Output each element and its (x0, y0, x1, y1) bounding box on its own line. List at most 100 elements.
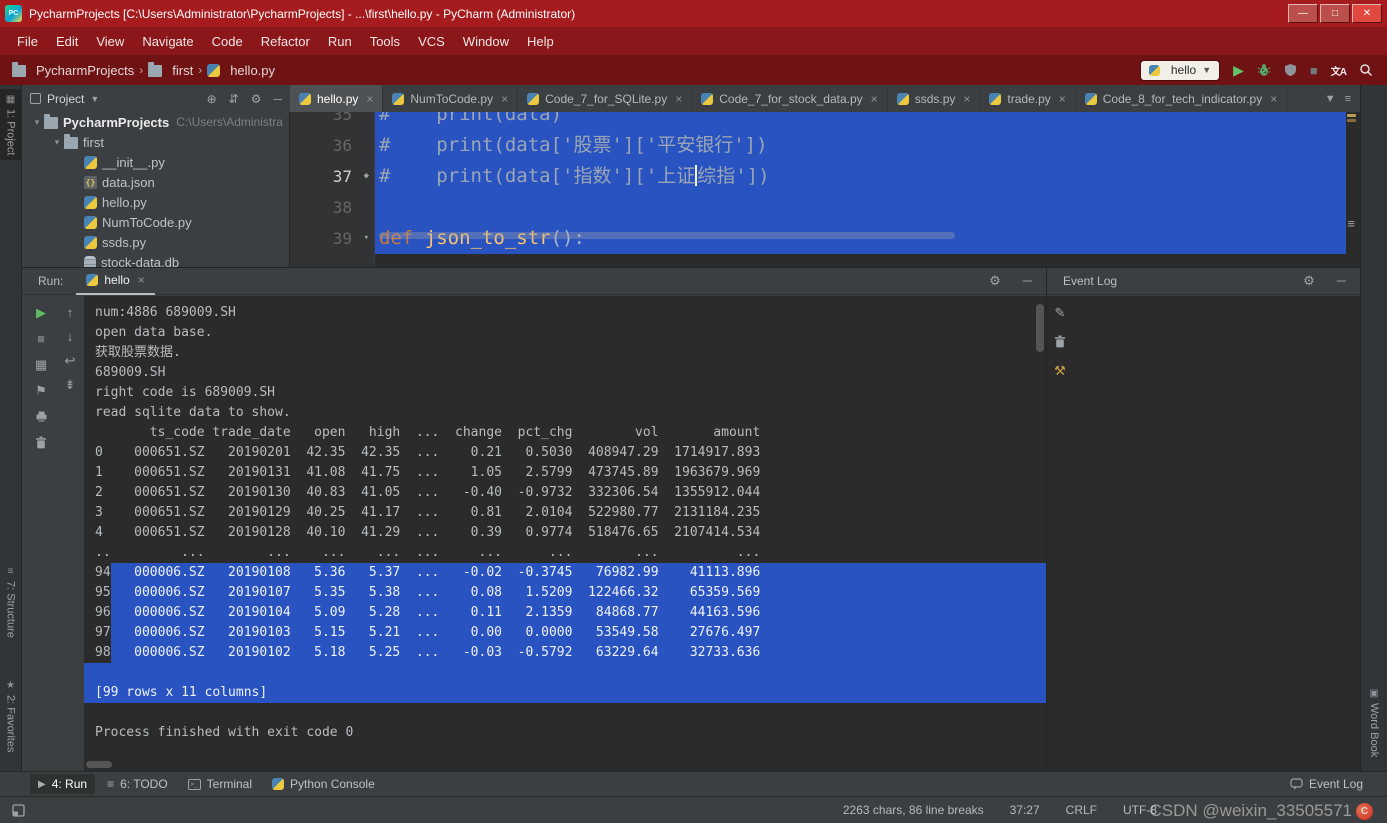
sidebar-item-project[interactable]: ▦ 1: Project (0, 89, 21, 161)
breadcrumb-item[interactable]: hello.py (207, 63, 275, 78)
todo-icon: ≡ (107, 777, 115, 791)
tree-item[interactable]: NumToCode.py (22, 212, 289, 232)
clear-all-icon[interactable] (35, 436, 47, 449)
stop-button[interactable]: ■ (1310, 64, 1318, 77)
mark-read-icon[interactable]: ✎ (1055, 306, 1066, 319)
editor-tab[interactable]: Code_7_for_SQLite.py × (518, 85, 693, 112)
editor-tab[interactable]: ssds.py × (888, 85, 981, 112)
inspections-widget-icon[interactable]: ≡ (1347, 216, 1355, 231)
tab-close-icon[interactable]: × (138, 273, 145, 287)
menu-item-run[interactable]: Run (319, 30, 361, 53)
rerun-icon[interactable]: ▶ (36, 306, 46, 319)
tab-close-icon[interactable]: × (1270, 92, 1277, 106)
tab-close-icon[interactable]: × (366, 92, 373, 106)
tab-close-icon[interactable]: × (675, 92, 682, 106)
run-configuration-selector[interactable]: hello ▼ (1139, 59, 1221, 81)
run-button[interactable]: ▶ (1233, 63, 1244, 77)
soft-wrap-icon[interactable]: ↩ (65, 354, 76, 367)
tab-close-icon[interactable]: × (963, 92, 970, 106)
tree-item[interactable]: hello.py (22, 192, 289, 212)
tree-item[interactable]: ssds.py (22, 232, 289, 252)
menu-item-view[interactable]: View (87, 30, 133, 53)
tree-expand-icon[interactable]: ▾ (30, 117, 44, 128)
toolwindow-event-log-button[interactable]: Event Log (1282, 774, 1371, 794)
toolwindow-run-button[interactable]: ▶ 4: Run (30, 774, 96, 794)
sidebar-item-structure[interactable]: ≡ 7: Structure (0, 561, 21, 643)
tree-item[interactable]: __init__.py (22, 152, 289, 172)
run-console-output[interactable]: num:4886 689009.SH open data base. 获取股票数据.… (84, 296, 1046, 771)
console-vertical-scrollbar[interactable] (1036, 304, 1044, 352)
editor-horizontal-scrollbar[interactable] (379, 232, 955, 239)
tree-item[interactable]: ▾ PycharmProjects C:\Users\Administra (22, 112, 289, 132)
down-stack-icon[interactable]: ↓ (67, 330, 74, 343)
sidebar-item-favorites[interactable]: ★ 2: Favorites (0, 675, 21, 757)
warning-stripe-mark[interactable] (1347, 119, 1356, 122)
search-everywhere-button[interactable] (1359, 63, 1373, 77)
editor-tab[interactable]: NumToCode.py × (383, 85, 519, 112)
menu-item-help[interactable]: Help (518, 30, 563, 53)
gear-icon[interactable]: ⚙ (251, 92, 262, 106)
menu-item-tools[interactable]: Tools (361, 30, 409, 53)
editor-tab[interactable]: trade.py × (980, 85, 1076, 112)
code-editor[interactable]: 35 36 37 ◆ 38 39 ▾ # print(data) # print(data['… (290, 112, 1360, 267)
menu-item-navigate[interactable]: Navigate (133, 30, 202, 53)
hide-panel-icon[interactable]: ─ (1337, 273, 1346, 289)
minimize-button[interactable]: — (1288, 4, 1318, 23)
hide-panel-icon[interactable]: ─ (1023, 273, 1032, 289)
debug-button[interactable] (1257, 63, 1271, 77)
caret-position[interactable]: 37:27 (1010, 803, 1040, 817)
toggle-tool-windows-icon[interactable] (12, 803, 25, 817)
restore-layout-icon[interactable]: ▦ (35, 358, 47, 371)
menu-item-edit[interactable]: Edit (47, 30, 87, 53)
clear-log-icon[interactable] (1054, 335, 1066, 348)
gear-icon[interactable]: ⚙ (1303, 273, 1315, 289)
toolwindow-todo-button[interactable]: ≡ 6: TODO (99, 774, 176, 794)
chevron-down-icon[interactable]: ▼ (1325, 93, 1336, 105)
translate-icon[interactable]: 文A (1331, 63, 1347, 78)
close-button[interactable]: ✕ (1352, 4, 1382, 23)
line-ending-indicator[interactable]: CRLF (1066, 803, 1097, 817)
tab-close-icon[interactable]: × (501, 92, 508, 106)
tree-item[interactable]: {} data.json (22, 172, 289, 192)
gear-icon[interactable]: ⚙ (989, 273, 1001, 289)
toolwindow-terminal-button[interactable]: >_ Terminal (180, 774, 260, 794)
menu-item-window[interactable]: Window (454, 30, 518, 53)
tree-item[interactable]: stock-data.db (22, 252, 289, 267)
settings-wrench-icon[interactable]: ⚒ (1054, 364, 1066, 377)
pin-icon[interactable]: ⚑ (35, 384, 47, 397)
sidebar-item-word-book[interactable]: ▣ Word Book (1361, 683, 1387, 762)
tab-close-icon[interactable]: × (1059, 92, 1066, 106)
editor-menu-icon[interactable]: ≡ (1345, 93, 1351, 105)
menu-item-refactor[interactable]: Refactor (252, 30, 319, 53)
menu-item-file[interactable]: File (8, 30, 47, 53)
editor-tab[interactable]: hello.py × (290, 85, 384, 112)
stop-icon[interactable]: ■ (37, 332, 45, 345)
tree-item[interactable]: ▾ first (22, 132, 289, 152)
breadcrumb-item[interactable]: PycharmProjects (12, 62, 134, 78)
scroll-to-end-icon[interactable]: ⇟ (65, 378, 76, 391)
editor-tab[interactable]: Code_7_for_stock_data.py × (692, 85, 888, 112)
menu-item-vcs[interactable]: VCS (409, 30, 454, 53)
breadcrumb-item[interactable]: first (148, 62, 193, 78)
locate-file-icon[interactable]: ⊕ (207, 92, 217, 106)
structure-stripe-icon: ≡ (7, 566, 14, 577)
toolwindow-python-console-button[interactable]: Python Console (264, 774, 383, 794)
hide-panel-icon[interactable]: ─ (273, 92, 282, 106)
tree-expand-icon[interactable]: ▾ (50, 137, 64, 148)
run-tab-hello[interactable]: hello × (76, 268, 155, 295)
menu-item-code[interactable]: Code (203, 30, 252, 53)
chevron-down-icon[interactable]: ▼ (90, 94, 99, 104)
editor-code-area[interactable]: # print(data) # print(data['股票']['平安银行'])… (375, 112, 1360, 267)
project-panel-title[interactable]: Project (47, 92, 84, 106)
tab-close-icon[interactable]: × (871, 92, 878, 106)
warning-stripe-mark[interactable] (1347, 114, 1356, 117)
fold-icon[interactable]: ▾ (364, 223, 369, 254)
print-icon[interactable] (35, 410, 48, 423)
maximize-button[interactable]: □ (1320, 4, 1350, 23)
editor-tab[interactable]: Code_8_for_tech_indicator.py × (1076, 85, 1288, 112)
bookmark-icon[interactable]: ◆ (364, 161, 369, 192)
up-stack-icon[interactable]: ↑ (67, 306, 74, 319)
console-horizontal-scrollbar[interactable] (86, 761, 112, 768)
collapse-all-icon[interactable]: ⇵ (229, 92, 239, 106)
coverage-button[interactable] (1284, 63, 1297, 77)
